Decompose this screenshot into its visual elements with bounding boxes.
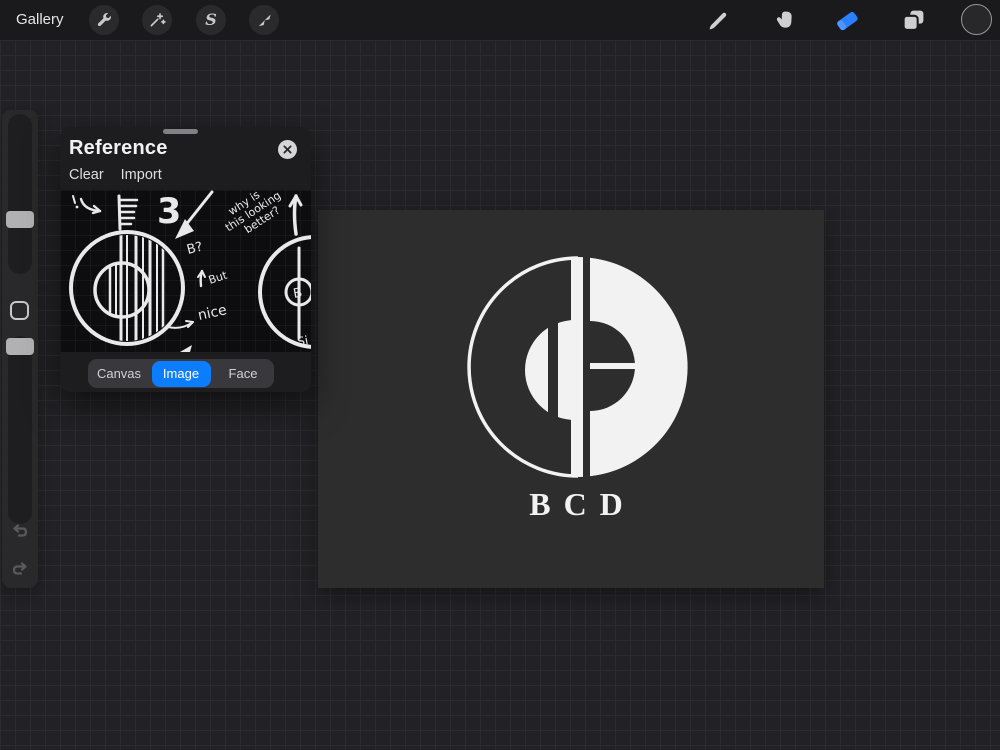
opacity-slider[interactable] bbox=[8, 336, 32, 524]
logo-text: BCD bbox=[476, 486, 676, 523]
tab-face[interactable]: Face bbox=[214, 361, 273, 387]
brush-sidebar bbox=[2, 110, 38, 588]
reference-actions: Clear Import bbox=[69, 167, 162, 183]
reference-panel: Reference Clear Import bbox=[60, 127, 311, 392]
reference-image[interactable]: 3 why is this looking better? B? bbox=[60, 190, 311, 352]
brush-size-slider[interactable] bbox=[8, 114, 32, 274]
layers-button[interactable] bbox=[900, 7, 926, 33]
sketch-b-label: B bbox=[292, 286, 303, 302]
redo-button[interactable] bbox=[10, 559, 30, 579]
transform-arrow-icon bbox=[256, 12, 273, 29]
close-button[interactable] bbox=[278, 140, 297, 159]
sketch-si-label: Si bbox=[296, 333, 309, 349]
undo-button[interactable] bbox=[10, 521, 30, 541]
eraser-icon bbox=[834, 8, 860, 33]
selection-button[interactable]: S bbox=[196, 5, 226, 35]
reference-title: Reference bbox=[69, 137, 168, 160]
sketch-three-label: 3 bbox=[157, 192, 181, 232]
actions-button[interactable] bbox=[89, 5, 119, 35]
transform-button[interactable] bbox=[249, 5, 279, 35]
tab-image[interactable]: Image bbox=[152, 361, 211, 387]
smudge-tool-button[interactable] bbox=[770, 7, 796, 33]
redo-icon bbox=[10, 559, 30, 579]
layers-icon bbox=[901, 8, 926, 33]
paint-tool-button[interactable] bbox=[705, 7, 731, 33]
close-icon bbox=[283, 145, 292, 154]
procreate-app: Gallery S bbox=[0, 0, 1000, 750]
sketch-b-question: B? bbox=[185, 239, 204, 257]
panel-drag-handle[interactable] bbox=[163, 129, 198, 134]
clear-button[interactable]: Clear bbox=[69, 167, 104, 183]
top-toolbar: Gallery S bbox=[0, 0, 1000, 40]
magic-wand-icon bbox=[148, 11, 166, 29]
adjustments-button[interactable] bbox=[142, 5, 172, 35]
gallery-button[interactable]: Gallery bbox=[16, 0, 64, 40]
import-button[interactable]: Import bbox=[121, 167, 162, 183]
smudge-icon bbox=[771, 8, 796, 33]
wrench-icon bbox=[95, 11, 113, 29]
sketch-nice-label: nice bbox=[197, 302, 229, 324]
drawing-canvas[interactable]: BCD bbox=[318, 210, 824, 588]
sketch-but-label: But bbox=[207, 268, 230, 286]
brush-size-handle[interactable] bbox=[6, 211, 34, 228]
opacity-handle[interactable] bbox=[6, 338, 34, 355]
color-circle-icon[interactable] bbox=[961, 4, 992, 35]
brush-icon bbox=[706, 8, 731, 33]
modify-button[interactable] bbox=[10, 301, 29, 320]
reference-sketch: 3 why is this looking better? B? bbox=[60, 190, 311, 352]
undo-icon bbox=[10, 521, 30, 541]
s-curve-icon: S bbox=[205, 12, 217, 28]
tab-canvas[interactable]: Canvas bbox=[90, 361, 149, 387]
erase-tool-button[interactable] bbox=[834, 7, 860, 33]
reference-tabs: Canvas Image Face bbox=[88, 359, 274, 388]
